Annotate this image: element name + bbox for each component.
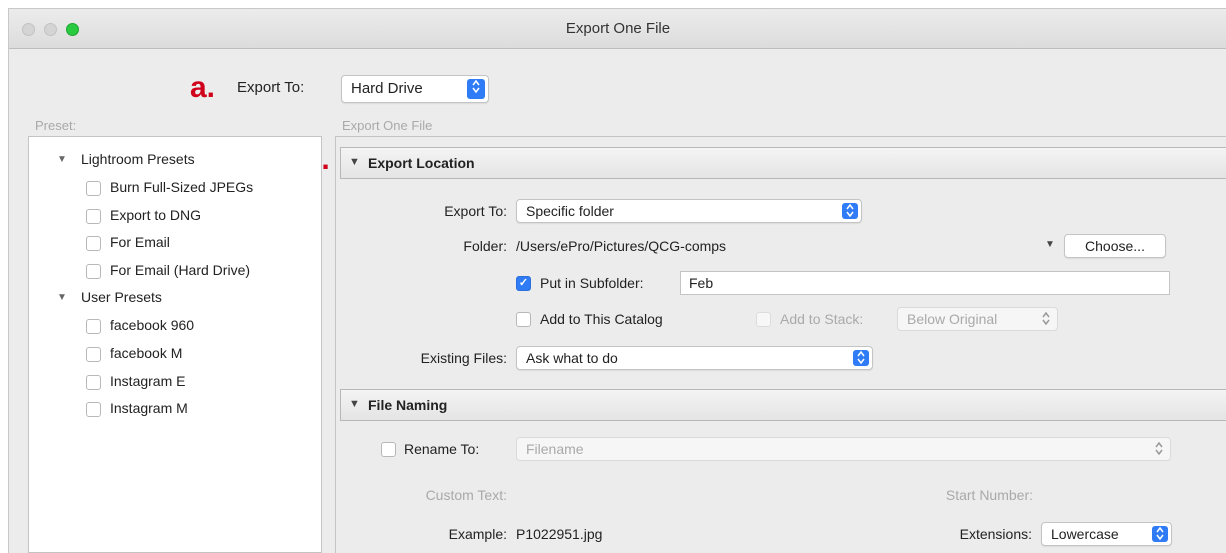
- settings-panel: ▼ Export Location Export To: Specific fo…: [335, 136, 1226, 553]
- stack-position-select[interactable]: Below Original: [897, 307, 1058, 331]
- rename-to-label: Rename To:: [404, 441, 480, 457]
- export-to-value: Hard Drive: [351, 80, 423, 97]
- export-location-title: Export Location: [368, 155, 475, 171]
- preset-item-label: Instagram M: [110, 400, 188, 416]
- add-to-stack-checkbox[interactable]: [756, 312, 771, 327]
- preset-item-label: Burn Full-Sized JPEGs: [110, 179, 254, 195]
- panel-title: Export One File: [342, 118, 433, 133]
- preset-checkbox[interactable]: [86, 209, 101, 224]
- add-to-stack-label: Add to Stack:: [780, 311, 864, 327]
- put-in-subfolder-checkbox[interactable]: ✓: [516, 276, 531, 291]
- popup-arrows-icon: [853, 350, 869, 366]
- choose-folder-button[interactable]: Choose...: [1064, 234, 1166, 258]
- preset-group-label: User Presets: [81, 289, 162, 305]
- export-location-header[interactable]: ▼ Export Location: [340, 147, 1226, 179]
- rename-to-checkbox[interactable]: [381, 442, 396, 457]
- disclosure-triangle-icon: ▼: [57, 292, 67, 303]
- extensions-label: Extensions:: [959, 526, 1032, 542]
- existing-files-label: Existing Files:: [420, 350, 507, 366]
- preset-item-label: facebook 960: [110, 317, 195, 333]
- preset-checkbox[interactable]: [86, 236, 101, 251]
- popup-arrows-icon: [842, 203, 858, 219]
- disclosure-triangle-icon: ▼: [349, 398, 360, 410]
- preset-checkbox[interactable]: [86, 181, 101, 196]
- preset-item-label: facebook M: [110, 345, 183, 361]
- preset-group-label: Lightroom Presets: [81, 151, 195, 167]
- preset-label: Preset:: [35, 118, 77, 133]
- file-naming-title: File Naming: [368, 397, 448, 413]
- export-to-label: Export To:: [237, 79, 305, 96]
- popup-arrows-icon: [1151, 441, 1167, 457]
- preset-checkbox[interactable]: [86, 375, 101, 390]
- recent-folders-dropdown-icon[interactable]: ▼: [1045, 239, 1055, 250]
- rename-template-select[interactable]: Filename: [516, 437, 1171, 461]
- subfolder-name-value: Feb: [689, 275, 714, 291]
- file-naming-header[interactable]: ▼ File Naming: [340, 389, 1226, 421]
- export-to-select[interactable]: Hard Drive: [341, 75, 489, 103]
- add-to-catalog-checkbox[interactable]: [516, 312, 531, 327]
- annotation-a: a.: [190, 71, 216, 104]
- preset-item-label: Export to DNG: [110, 207, 202, 223]
- location-export-to-select[interactable]: Specific folder: [516, 199, 862, 223]
- popup-arrows-icon: [1038, 311, 1054, 327]
- custom-text-label: Custom Text:: [425, 487, 507, 503]
- title-bar: Export One File: [9, 9, 1226, 49]
- preset-list: ▼ Lightroom Presets Burn Full-Sized JPEG…: [28, 136, 322, 553]
- preset-checkbox[interactable]: [86, 264, 101, 279]
- preset-item-label: For Email (Hard Drive): [110, 262, 251, 278]
- disclosure-triangle-icon: ▼: [349, 156, 360, 168]
- example-filename: P1022951.jpg: [516, 526, 603, 542]
- existing-files-value: Ask what to do: [526, 350, 618, 366]
- subfolder-name-input[interactable]: Feb: [680, 271, 1170, 295]
- location-export-to-label: Export To:: [444, 203, 507, 219]
- window-title: Export One File: [565, 20, 671, 37]
- extensions-value: Lowercase: [1051, 526, 1119, 542]
- popup-arrows-icon: [467, 79, 485, 99]
- put-in-subfolder-label: Put in Subfolder:: [540, 275, 644, 291]
- extensions-select[interactable]: Lowercase: [1041, 522, 1172, 546]
- preset-checkbox[interactable]: [86, 319, 101, 334]
- preset-checkbox[interactable]: [86, 402, 101, 417]
- start-number-label: Start Number:: [945, 487, 1033, 503]
- disclosure-triangle-icon: ▼: [57, 154, 67, 165]
- preset-item-label: For Email: [110, 234, 170, 250]
- existing-files-select[interactable]: Ask what to do: [516, 346, 873, 370]
- folder-label: Folder:: [463, 238, 507, 254]
- folder-path: /Users/ePro/Pictures/QCG-comps: [516, 238, 727, 254]
- location-export-to-value: Specific folder: [526, 203, 614, 219]
- rename-template-value: Filename: [526, 441, 584, 457]
- preset-item-label: Instagram E: [110, 373, 186, 389]
- stack-position-value: Below Original: [907, 311, 998, 327]
- add-to-catalog-label: Add to This Catalog: [540, 311, 663, 327]
- example-label: Example:: [448, 526, 507, 542]
- preset-checkbox[interactable]: [86, 347, 101, 362]
- popup-arrows-icon: [1152, 526, 1168, 542]
